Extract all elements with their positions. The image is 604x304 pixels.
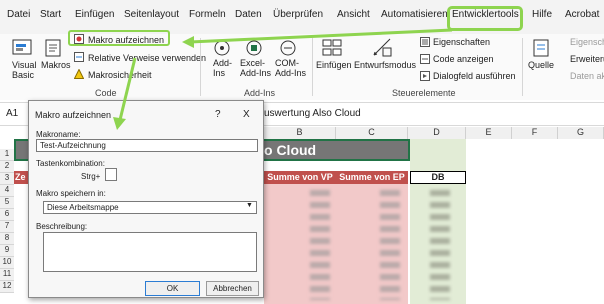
- annotation-arrows: [113, 28, 453, 130]
